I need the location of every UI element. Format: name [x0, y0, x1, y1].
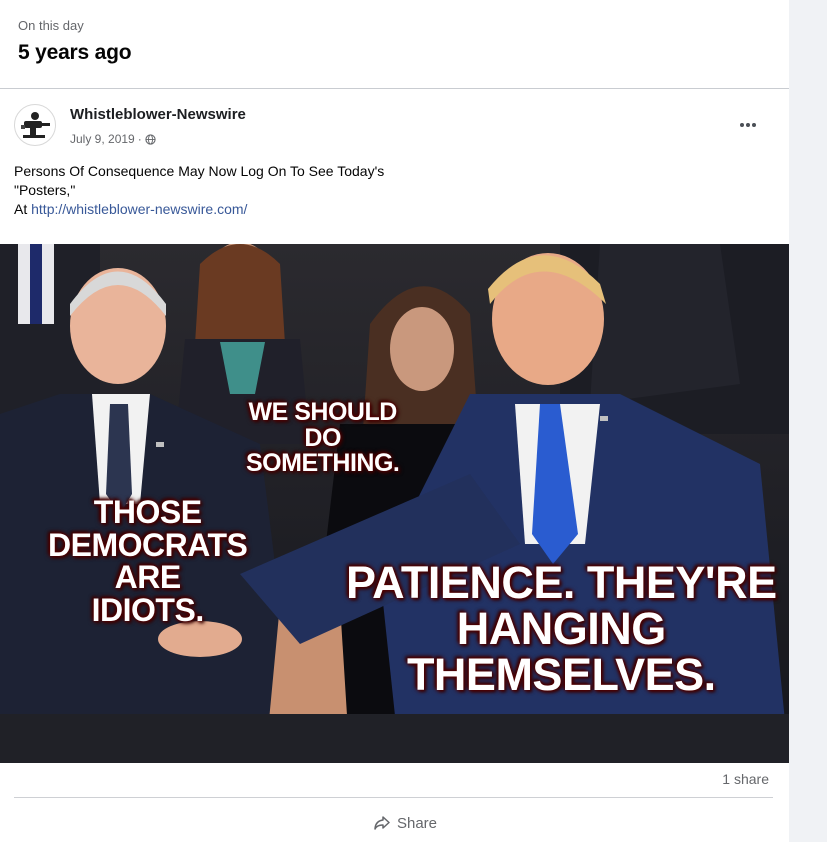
page-logo-icon [21, 112, 50, 138]
caption-patience: PATIENCE. THEY'RE HANGING THEMSELVES. [346, 560, 777, 698]
share-label: Share [396, 814, 438, 832]
post-text-line: "Posters," [14, 182, 76, 198]
caption-line: WE SHOULD [248, 398, 398, 426]
caption-line: DEMOCRATS [48, 526, 248, 563]
divider [0, 88, 789, 89]
caption-line: ARE [114, 559, 182, 596]
post-text-line: At http://whistleblower-newswire.com/ [14, 200, 534, 219]
meta-separator: · [137, 132, 142, 146]
avatar[interactable] [14, 104, 56, 146]
caption-those-democrats: THOSE DEMOCRATS ARE IDIOTS. [48, 494, 248, 628]
caption-line: SOMETHING. [246, 449, 400, 477]
globe-icon [145, 133, 156, 145]
share-button[interactable]: Share [340, 808, 470, 838]
post-text-prefix: At [14, 201, 32, 217]
ellipsis-icon [740, 123, 756, 127]
caption-line: IDIOTS. [91, 591, 205, 628]
divider [14, 797, 773, 798]
post-link[interactable]: http://whistleblower-newswire.com/ [31, 201, 247, 217]
post-text-line: Persons Of Consequence May Now Log On To… [14, 163, 385, 179]
share-arrow-icon [374, 816, 390, 830]
memory-label: On this day [18, 18, 84, 33]
post-date[interactable]: July 9, 2019 [70, 132, 135, 146]
post-card: On this day 5 years ago Whistleblower-Ne… [0, 0, 789, 842]
caption-line: THOSE [93, 494, 202, 530]
memory-header: On this day 5 years ago [18, 18, 132, 65]
post-text: Persons Of Consequence May Now Log On To… [14, 162, 534, 219]
post-meta: July 9, 2019 · [70, 132, 156, 146]
author-name[interactable]: Whistleblower-Newswire [70, 106, 246, 123]
share-count[interactable]: 1 share [722, 771, 769, 787]
caption-line: DO [304, 423, 341, 452]
memory-title: 5 years ago [18, 41, 132, 64]
post-options-button[interactable] [730, 114, 766, 136]
caption-we-should: WE SHOULD DO SOMETHING. [246, 398, 400, 477]
post-image[interactable]: WE SHOULD DO SOMETHING. THOSE DEMOCRATS … [0, 244, 789, 763]
caption-line: HANGING [456, 602, 666, 654]
caption-line: PATIENCE. THEY'RE [346, 557, 777, 608]
caption-line: THEMSELVES. [406, 648, 716, 700]
